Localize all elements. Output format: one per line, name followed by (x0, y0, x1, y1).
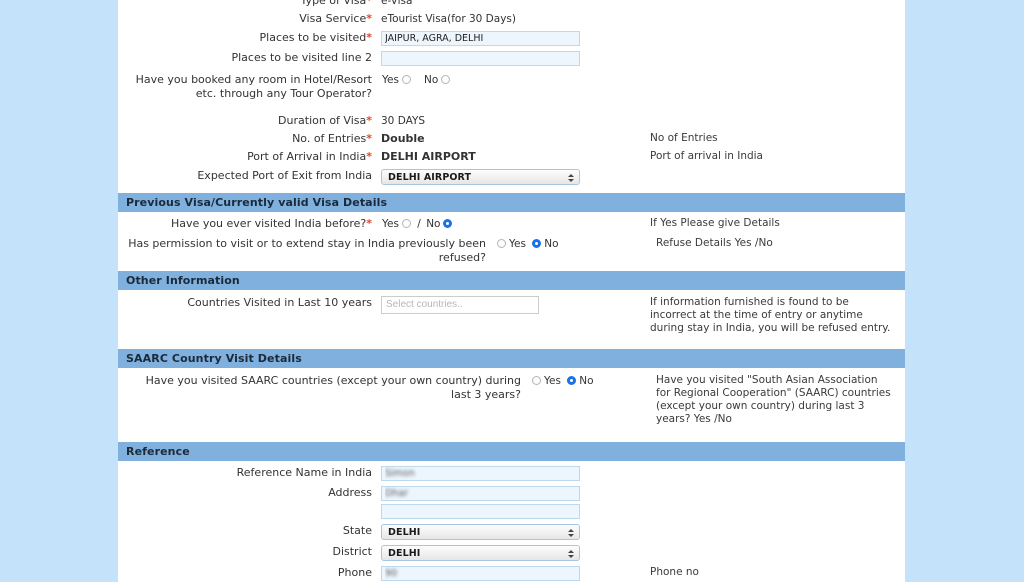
row-countries-visited: Countries Visited in Last 10 years If in… (118, 296, 905, 335)
reference-field-input[interactable] (381, 566, 580, 581)
form-panel: Type of Visa* e-Visa Visa Service* eTour… (118, 0, 905, 582)
label-reference-field: State (342, 524, 372, 537)
label-port-of-arrival: Port of Arrival in India* (247, 150, 372, 163)
permission-refused-radio-group: Yes No (494, 237, 647, 251)
reference-field-input[interactable] (381, 504, 580, 519)
row-reference-field: District DELHI (118, 545, 905, 561)
value-type-of-visa: e-Visa (381, 0, 413, 7)
row-port-of-arrival: Port of Arrival in India* DELHI AIRPORT … (118, 150, 905, 164)
row-reference-field (118, 504, 905, 519)
chevron-updown-icon (567, 547, 574, 560)
visited-india-separator: / (417, 218, 421, 230)
countries-visited-input[interactable] (381, 296, 539, 314)
row-duration-of-visa: Duration of Visa* 30 DAYS (118, 114, 905, 128)
row-reference-field: Address (118, 486, 905, 501)
spacer-before-previous-visa (118, 185, 905, 193)
section-header-reference: Reference (118, 442, 905, 461)
visited-saarc-radio-group: Yes No (529, 374, 647, 388)
label-visited-india-before: Have you ever visited India before?* (171, 217, 372, 230)
visited-india-yes-radio[interactable] (401, 219, 411, 228)
hotel-booked-yes-label: Yes (382, 74, 399, 86)
hotel-booked-no-radio[interactable] (441, 75, 451, 84)
hotel-booked-radio-group: Yes No (380, 73, 641, 87)
reference-field-select[interactable]: DELHI (381, 545, 580, 561)
section-header-saarc: SAARC Country Visit Details (118, 349, 905, 368)
label-no-of-entries: No. of Entries* (292, 132, 372, 145)
chevron-updown-icon (567, 526, 574, 539)
label-hotel-booked: Have you booked any room in Hotel/Resort… (135, 73, 372, 100)
label-port-of-exit: Expected Port of Exit from India (197, 169, 372, 182)
label-reference-field: Reference Name in India (236, 466, 372, 479)
places-to-be-visited-input[interactable] (381, 31, 580, 46)
section-header-previous-visa: Previous Visa/Currently valid Visa Detai… (118, 193, 905, 212)
visited-india-no-radio[interactable] (443, 219, 453, 228)
spacer-before-saarc (118, 335, 905, 349)
hint-permission-refused: Refuse Details Yes /No (656, 237, 773, 249)
label-reference-field: Phone (337, 566, 372, 579)
hotel-booked-no-label: No (423, 74, 439, 86)
visited-saarc-no-radio[interactable] (567, 376, 577, 385)
spacer-before-reference (118, 426, 905, 442)
row-places-to-be-visited-2: Places to be visited line 2 (118, 51, 905, 66)
row-visited-india-before: Have you ever visited India before?* Yes… (118, 217, 905, 231)
label-places-to-be-visited: Places to be visited* (259, 31, 372, 44)
row-places-to-be-visited: Places to be visited* (118, 31, 905, 46)
row-reference-field: Phone Phone no (118, 566, 905, 581)
label-duration-of-visa: Duration of Visa* (278, 114, 372, 127)
label-type-of-visa: Type of Visa* (300, 0, 372, 7)
label-reference-field: District (332, 545, 372, 558)
reference-field-select[interactable]: DELHI (381, 524, 580, 540)
row-reference-field: Reference Name in India (118, 466, 905, 481)
port-of-exit-select[interactable]: DELHI AIRPORT (381, 169, 580, 185)
value-port-of-arrival: DELHI AIRPORT (381, 150, 476, 163)
row-hotel-booked: Have you booked any room in Hotel/Resort… (118, 73, 905, 101)
value-duration-of-visa: 30 DAYS (381, 115, 426, 127)
row-no-of-entries: No. of Entries* Double No of Entries (118, 132, 905, 146)
chevron-updown-icon (567, 171, 574, 184)
hint-no-of-entries: No of Entries (650, 132, 718, 144)
permission-refused-yes-radio[interactable] (497, 239, 506, 248)
visited-saarc-no-label: No (579, 375, 594, 387)
hotel-booked-yes-radio[interactable] (401, 75, 411, 84)
hint-countries-visited: If information furnished is found to be … (650, 296, 891, 334)
label-visa-service: Visa Service* (299, 12, 372, 25)
port-of-exit-select-value: DELHI AIRPORT (388, 172, 472, 183)
row-permission-refused: Has permission to visit or to extend sta… (118, 237, 905, 265)
row-port-of-exit: Expected Port of Exit from India DELHI A… (118, 169, 905, 185)
label-visited-saarc: Have you visited SAARC countries (except… (145, 374, 521, 401)
row-visited-saarc: Have you visited SAARC countries (except… (118, 374, 905, 426)
label-countries-visited: Countries Visited in Last 10 years (187, 296, 372, 309)
visa-application-page: Type of Visa* e-Visa Visa Service* eTour… (0, 0, 1024, 582)
row-visa-service: Visa Service* eTourist Visa(for 30 Days) (118, 12, 905, 26)
permission-refused-yes-label: Yes (509, 238, 526, 250)
label-reference-field: Address (328, 486, 372, 499)
row-reference-field: State DELHI (118, 524, 905, 540)
reference-field-list: Reference Name in India Address State DELHI… (118, 466, 905, 582)
label-places-to-be-visited-2: Places to be visited line 2 (231, 51, 372, 64)
reference-field-input[interactable] (381, 486, 580, 501)
visited-saarc-yes-label: Yes (544, 375, 561, 387)
visited-india-no-label: No (426, 218, 441, 230)
places-to-be-visited-2-input[interactable] (381, 51, 580, 66)
value-visa-service: eTourist Visa(for 30 Days) (381, 13, 516, 25)
reference-field-select-value: DELHI (388, 548, 421, 559)
row-type-of-visa: Type of Visa* e-Visa (118, 0, 905, 8)
hint-port-of-arrival: Port of arrival in India (650, 150, 763, 162)
hint-reference-field: Phone no (650, 566, 699, 578)
visited-saarc-yes-radio[interactable] (532, 376, 541, 385)
value-no-of-entries: Double (381, 132, 425, 145)
label-permission-refused: Has permission to visit or to extend sta… (128, 237, 486, 264)
reference-field-input[interactable] (381, 466, 580, 481)
permission-refused-no-label: No (544, 238, 559, 250)
reference-field-select-value: DELHI (388, 527, 421, 538)
visited-india-before-radio-group: Yes / No (380, 217, 641, 231)
hint-visited-india-before: If Yes Please give Details (650, 217, 780, 229)
section-header-other-information: Other Information (118, 271, 905, 290)
hint-visited-saarc: Have you visited "South Asian Associatio… (656, 374, 891, 425)
permission-refused-no-radio[interactable] (532, 239, 542, 248)
visited-india-yes-label: Yes (382, 218, 399, 230)
